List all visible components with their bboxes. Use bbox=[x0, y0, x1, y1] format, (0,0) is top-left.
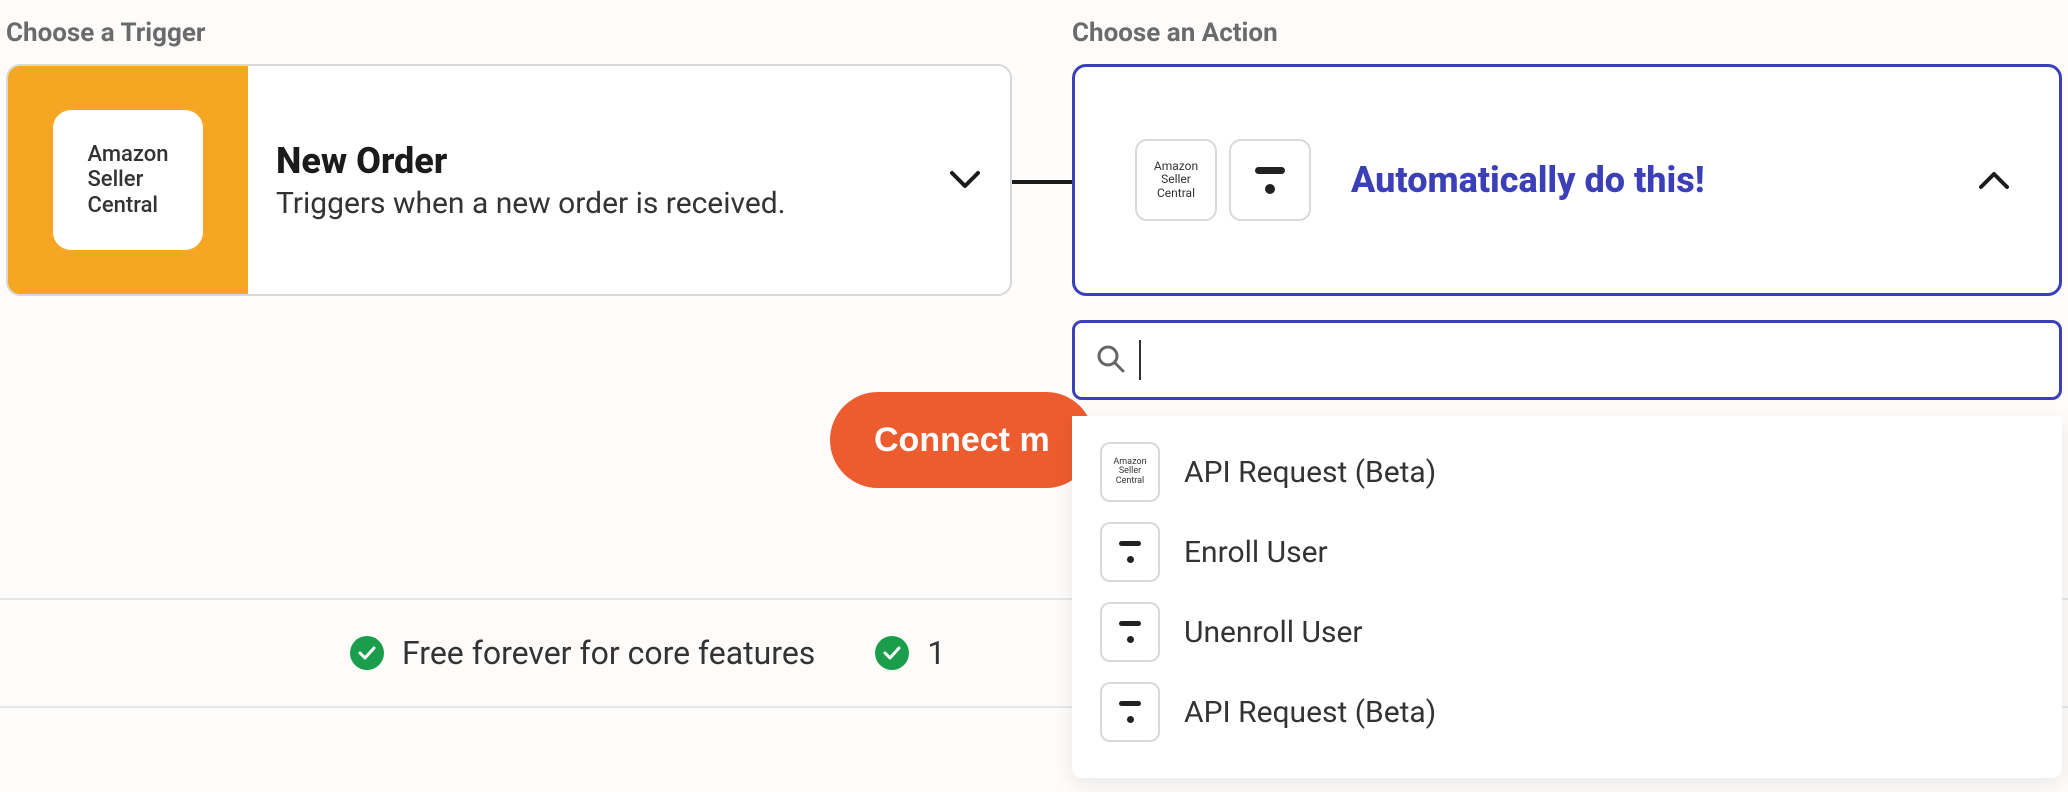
trigger-action-connector bbox=[1012, 180, 1072, 184]
trigger-title: New Order bbox=[276, 140, 786, 182]
action-option-unenroll-user[interactable]: Unenroll User bbox=[1096, 596, 2038, 668]
connect-button[interactable]: Connect m bbox=[830, 392, 1094, 488]
action-search-input[interactable] bbox=[1155, 344, 2039, 376]
trigger-description: Triggers when a new order is received. bbox=[276, 186, 786, 221]
chevron-up-icon bbox=[1977, 163, 2011, 197]
text-cursor bbox=[1139, 340, 1141, 380]
action-dropdown-list: Amazon Seller Central API Request (Beta)… bbox=[1072, 416, 2062, 778]
check-circle-icon bbox=[350, 636, 384, 670]
choose-trigger-label: Choose a Trigger bbox=[6, 18, 205, 48]
amazon-seller-central-icon: Amazon Seller Central bbox=[53, 110, 203, 250]
action-option-enroll-user[interactable]: Enroll User bbox=[1096, 516, 2038, 588]
action-option-label: API Request (Beta) bbox=[1184, 455, 1436, 490]
thinkific-icon bbox=[1100, 602, 1160, 662]
drop-icon-text: Amazon Seller Central bbox=[1113, 458, 1146, 486]
action-option-label: Enroll User bbox=[1184, 535, 1328, 570]
amazon-seller-central-icon: Amazon Seller Central bbox=[1135, 139, 1217, 221]
action-option-api-request-beta-2[interactable]: API Request (Beta) bbox=[1096, 676, 2038, 748]
trigger-app-icon-wrap: Amazon Seller Central bbox=[8, 66, 248, 294]
action-search-box[interactable] bbox=[1072, 320, 2062, 400]
action-option-label: API Request (Beta) bbox=[1184, 695, 1436, 730]
thinkific-icon bbox=[1100, 522, 1160, 582]
action-app-icon-1-text: Amazon Seller Central bbox=[1154, 160, 1198, 200]
thinkific-icon bbox=[1100, 682, 1160, 742]
search-icon bbox=[1095, 343, 1125, 377]
check-circle-icon bbox=[875, 636, 909, 670]
thinkific-icon bbox=[1229, 139, 1311, 221]
action-card[interactable]: Amazon Seller Central Automatically do t… bbox=[1072, 64, 2062, 296]
action-title: Automatically do this! bbox=[1351, 159, 1977, 201]
feature-text-1: Free forever for core features bbox=[402, 634, 815, 672]
feature-text-2: 1 bbox=[927, 634, 945, 672]
amazon-seller-central-icon: Amazon Seller Central bbox=[1100, 442, 1160, 502]
trigger-card[interactable]: Amazon Seller Central New Order Triggers… bbox=[6, 64, 1012, 296]
chevron-down-icon bbox=[948, 163, 982, 197]
choose-action-label: Choose an Action bbox=[1072, 18, 1278, 48]
action-option-label: Unenroll User bbox=[1184, 615, 1363, 650]
trigger-app-icon-text: Amazon Seller Central bbox=[87, 142, 168, 218]
action-option-api-request-beta[interactable]: Amazon Seller Central API Request (Beta) bbox=[1096, 436, 2038, 508]
